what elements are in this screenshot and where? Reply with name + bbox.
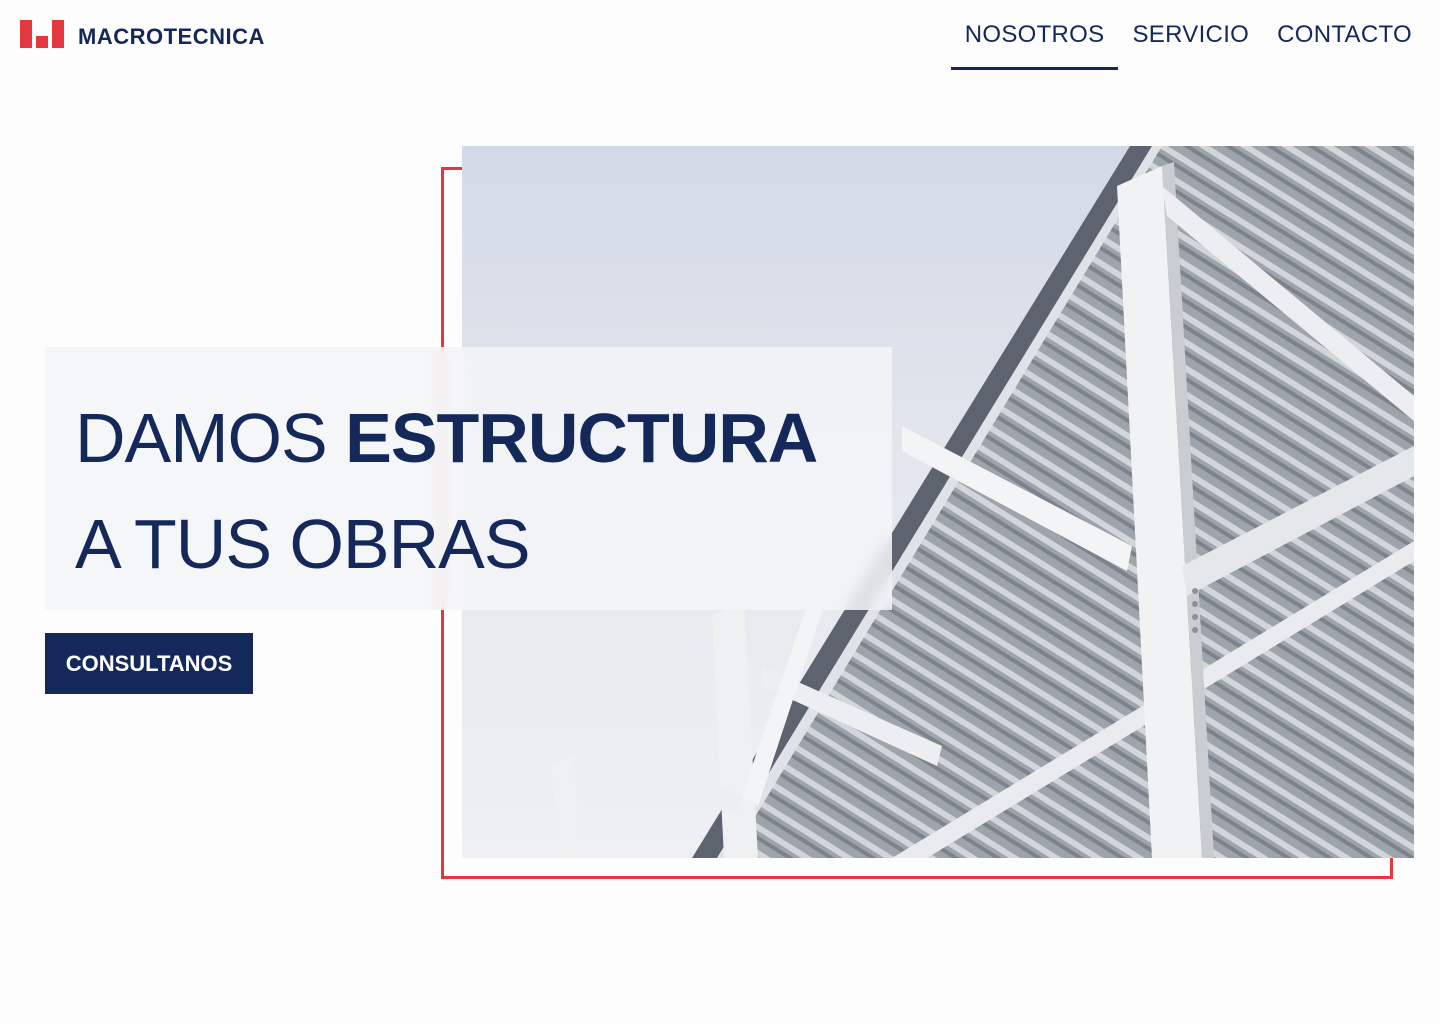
hero-headline: DAMOS ESTRUCTURA A TUS OBRAS (75, 385, 818, 597)
nav-item-contacto[interactable]: CONTACTO (1263, 0, 1426, 70)
main-nav: NOSOTROS SERVICIO CONTACTO (950, 0, 1426, 70)
page: MACROTECNICA NOSOTROS SERVICIO CONTACTO (0, 0, 1440, 1024)
headline-text-damos: DAMOS (75, 399, 328, 477)
headline-text-estructura: ESTRUCTURA (345, 399, 818, 477)
headline-text-line-2: A TUS OBRAS (75, 505, 531, 583)
nav-item-servicio[interactable]: SERVICIO (1118, 0, 1263, 70)
nav-item-nosotros[interactable]: NOSOTROS (950, 0, 1119, 70)
logo-text: MACROTECNICA (78, 24, 265, 49)
consultanos-button[interactable]: CONSULTANOS (45, 633, 253, 694)
logo[interactable]: MACROTECNICA (20, 20, 265, 48)
logo-mark-icon (20, 20, 64, 48)
